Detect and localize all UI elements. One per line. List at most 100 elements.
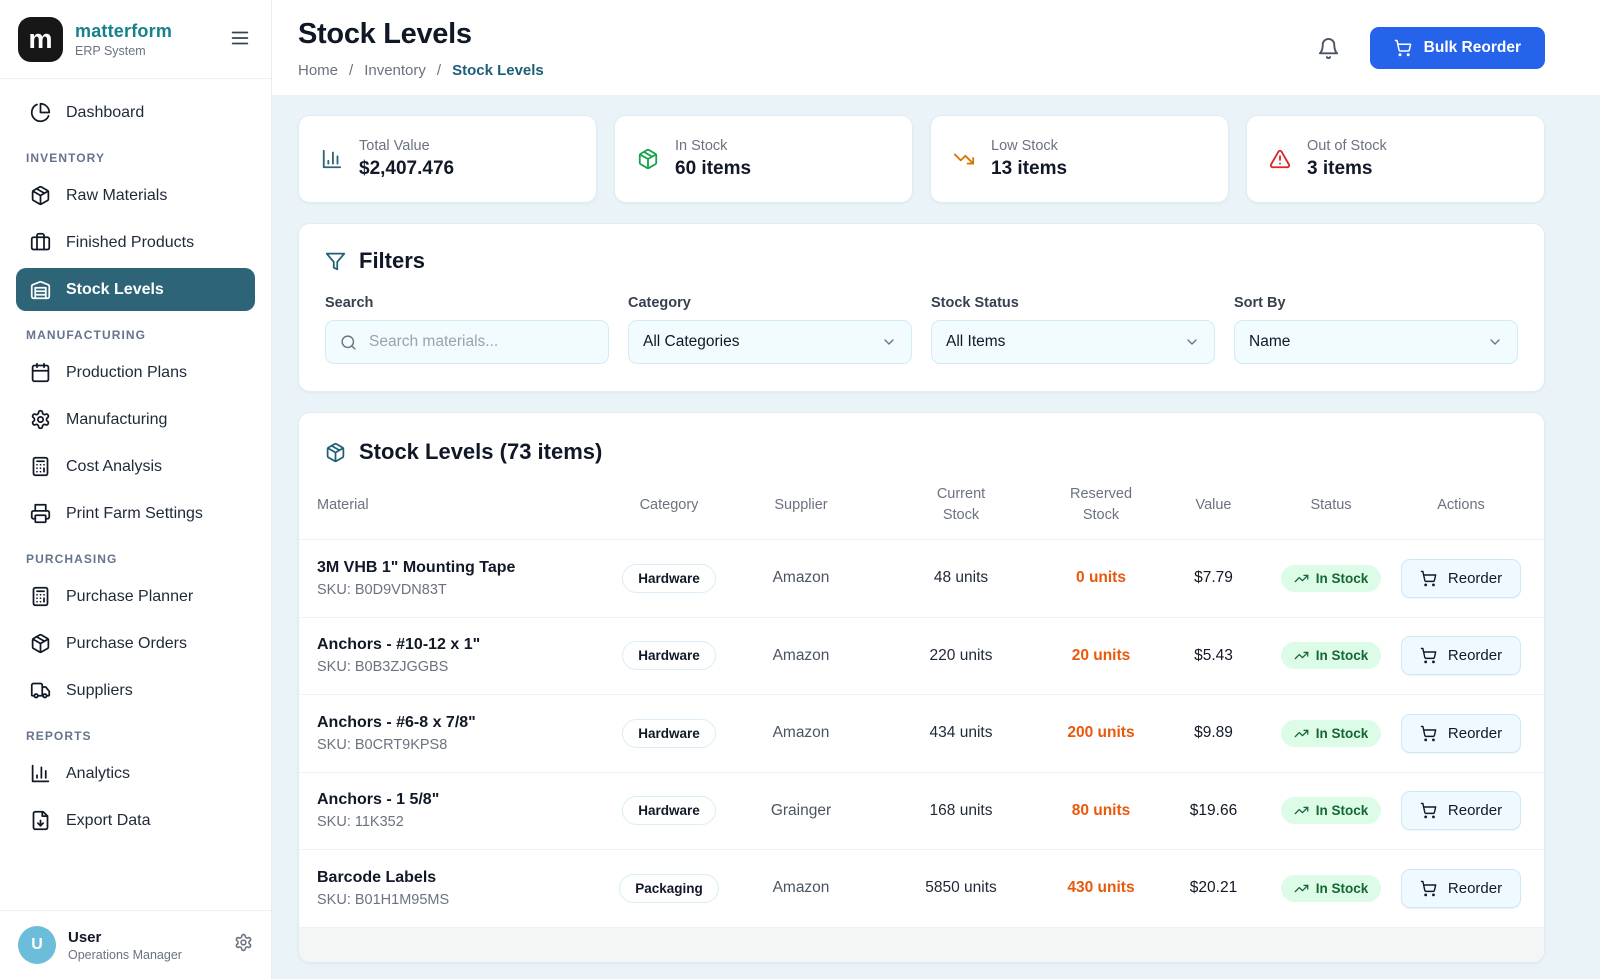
- sidebar-item-label: Suppliers: [66, 682, 133, 700]
- stat-icon-wrap: [953, 148, 975, 170]
- reorder-button[interactable]: Reorder: [1401, 636, 1521, 675]
- table-row: 3M VHB 1" Mounting TapeSKU: B0D9VDN83THa…: [299, 540, 1544, 618]
- calendar-icon: [30, 362, 51, 383]
- stat-text: Total Value$2,407.476: [359, 138, 454, 180]
- reserved-stock-cell: 200 units: [1041, 724, 1161, 742]
- stock-status-label: Stock Status: [931, 295, 1215, 311]
- user-role: Operations Manager: [68, 948, 182, 962]
- supplier-cell: Amazon: [721, 569, 881, 587]
- stat-card-out-of-stock: Out of Stock3 items: [1246, 115, 1545, 203]
- category-cell: Hardware: [617, 719, 721, 748]
- column-header-category: Category: [617, 495, 721, 516]
- category-badge: Hardware: [622, 796, 716, 825]
- user-settings-icon[interactable]: [234, 933, 253, 957]
- trending-up-icon: [1294, 648, 1309, 663]
- filter-category: Category All Categories: [628, 295, 912, 364]
- current-stock-cell: 220 units: [881, 647, 1041, 665]
- category-badge: Hardware: [622, 719, 716, 748]
- filters-title: Filters: [359, 248, 425, 274]
- column-header-reserved-stock: Reserved Stock: [1041, 484, 1161, 526]
- breadcrumb-separator: /: [437, 62, 441, 79]
- brand-logo: m: [18, 17, 63, 62]
- sort-by-select[interactable]: Name: [1234, 320, 1518, 364]
- sidebar-item-print-farm-settings[interactable]: Print Farm Settings: [16, 492, 255, 535]
- cart-icon: [1420, 802, 1437, 819]
- sidebar-item-export-data[interactable]: Export Data: [16, 799, 255, 842]
- sidebar-item-dashboard[interactable]: Dashboard: [16, 91, 255, 134]
- package-icon: [325, 442, 346, 463]
- sidebar: m matterform ERP System DashboardINVENTO…: [0, 0, 272, 979]
- status-cell: In Stock: [1266, 875, 1396, 902]
- user-name: User: [68, 929, 182, 946]
- actions-cell: Reorder: [1396, 791, 1526, 830]
- sidebar-item-finished-products[interactable]: Finished Products: [16, 221, 255, 264]
- sidebar-item-cost-analysis[interactable]: Cost Analysis: [16, 445, 255, 488]
- stock-status-select[interactable]: All Items: [931, 320, 1215, 364]
- reorder-button[interactable]: Reorder: [1401, 791, 1521, 830]
- value-cell: $19.66: [1161, 802, 1266, 820]
- next-row-peek: [299, 928, 1544, 962]
- sidebar-item-label: Manufacturing: [66, 411, 167, 429]
- current-stock-cell: 5850 units: [881, 879, 1041, 897]
- material-cell: 3M VHB 1" Mounting TapeSKU: B0D9VDN83T: [317, 559, 617, 598]
- menu-icon: [229, 27, 251, 49]
- reorder-button[interactable]: Reorder: [1401, 714, 1521, 753]
- breadcrumb-home[interactable]: Home: [298, 62, 338, 79]
- sidebar-item-raw-materials[interactable]: Raw Materials: [16, 174, 255, 217]
- trending-up-icon: [1294, 571, 1309, 586]
- sidebar-item-purchase-orders[interactable]: Purchase Orders: [16, 622, 255, 665]
- stat-card-low-stock: Low Stock13 items: [930, 115, 1229, 203]
- trending-up-icon: [1294, 803, 1309, 818]
- sidebar-item-manufacturing[interactable]: Manufacturing: [16, 398, 255, 441]
- page-title: Stock Levels: [298, 18, 544, 51]
- stock-status-value: All Items: [946, 333, 1005, 351]
- category-select[interactable]: All Categories: [628, 320, 912, 364]
- header-actions: Bulk Reorder: [1317, 27, 1545, 69]
- stat-label: Low Stock: [991, 138, 1067, 154]
- reorder-button[interactable]: Reorder: [1401, 869, 1521, 908]
- sidebar-item-suppliers[interactable]: Suppliers: [16, 669, 255, 712]
- sidebar-item-purchase-planner[interactable]: Purchase Planner: [16, 575, 255, 618]
- bulk-reorder-button[interactable]: Bulk Reorder: [1370, 27, 1545, 69]
- filter-icon: [325, 251, 346, 272]
- brand-logo-letter: m: [28, 24, 52, 55]
- truck-icon: [30, 680, 51, 701]
- sidebar-item-analytics[interactable]: Analytics: [16, 752, 255, 795]
- supplier-cell: Amazon: [721, 879, 881, 897]
- chevron-down-icon: [1487, 334, 1503, 350]
- breadcrumb-separator: /: [349, 62, 353, 79]
- sidebar-item-stock-levels[interactable]: Stock Levels: [16, 268, 255, 311]
- table-title: Stock Levels (73 items): [359, 439, 602, 465]
- stat-card-in-stock: In Stock60 items: [614, 115, 913, 203]
- reorder-label: Reorder: [1448, 647, 1502, 664]
- stat-card-total-value: Total Value$2,407.476: [298, 115, 597, 203]
- actions-cell: Reorder: [1396, 636, 1526, 675]
- stat-text: In Stock60 items: [675, 138, 751, 180]
- notifications-bell-icon[interactable]: [1317, 37, 1340, 60]
- column-header-actions: Actions: [1396, 495, 1526, 516]
- column-header-value: Value: [1161, 495, 1266, 516]
- status-badge: In Stock: [1281, 565, 1382, 592]
- category-badge: Hardware: [622, 564, 716, 593]
- cart-icon: [1420, 647, 1437, 664]
- search-input[interactable]: [367, 332, 594, 352]
- column-header-status: Status: [1266, 495, 1396, 516]
- sidebar-item-production-plans[interactable]: Production Plans: [16, 351, 255, 394]
- breadcrumb-current: Stock Levels: [452, 62, 544, 79]
- filter-sort-by: Sort By Name: [1234, 295, 1518, 364]
- table-row: Anchors - 1 5/8"SKU: 11K352HardwareGrain…: [299, 773, 1544, 851]
- filter-stock-status: Stock Status All Items: [931, 295, 1215, 364]
- pie-chart-icon: [30, 102, 51, 123]
- brand-name: matterform: [75, 21, 172, 42]
- stat-text: Low Stock13 items: [991, 138, 1067, 180]
- material-cell: Anchors - #6-8 x 7/8"SKU: B0CRT9KPS8: [317, 714, 617, 753]
- breadcrumb-inventory[interactable]: Inventory: [364, 62, 426, 79]
- sidebar-item-label: Analytics: [66, 765, 130, 783]
- menu-toggle-button[interactable]: [227, 26, 253, 52]
- stat-label: Total Value: [359, 138, 454, 154]
- reorder-button[interactable]: Reorder: [1401, 559, 1521, 598]
- table-row: Anchors - #6-8 x 7/8"SKU: B0CRT9KPS8Hard…: [299, 695, 1544, 773]
- supplier-cell: Grainger: [721, 802, 881, 820]
- table-header: MaterialCategorySupplierCurrent StockRes…: [299, 484, 1544, 540]
- bulk-reorder-label: Bulk Reorder: [1424, 39, 1521, 57]
